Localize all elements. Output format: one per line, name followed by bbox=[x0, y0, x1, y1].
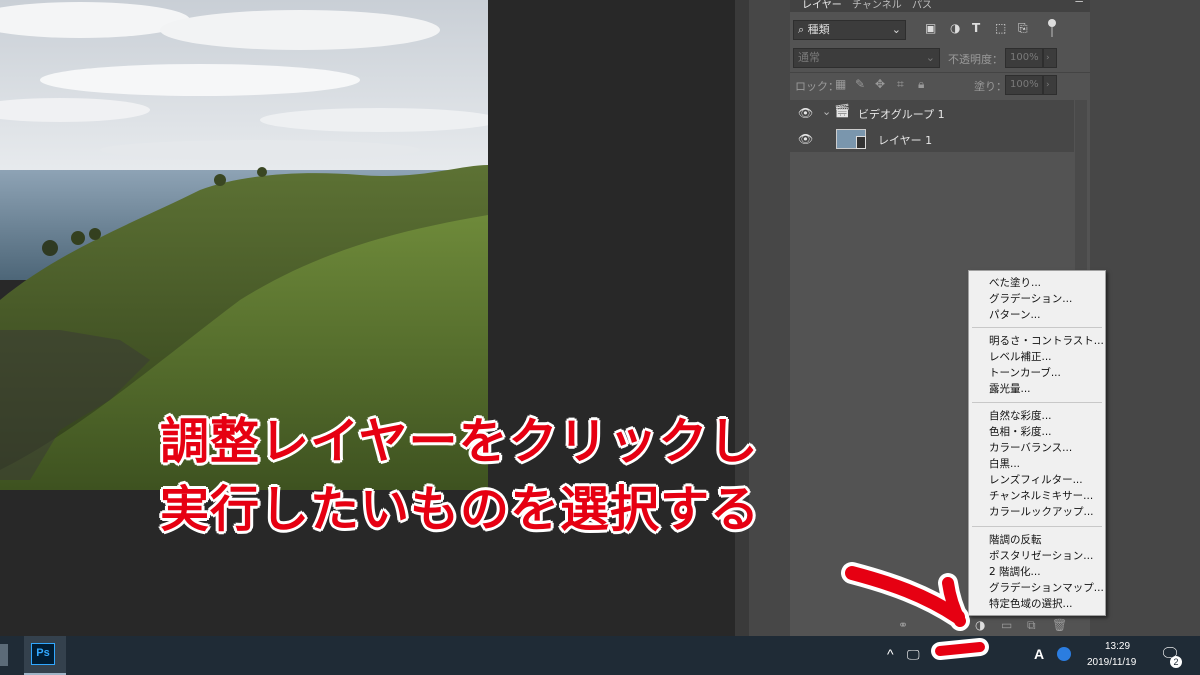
menu-item-selective-color[interactable]: 特定色域の選択... bbox=[989, 597, 1073, 611]
instruction-caption-line-2: 実行したいものを選択する bbox=[160, 481, 761, 538]
blend-mode-value: 通常 bbox=[798, 51, 820, 64]
fill-label: 塗り： bbox=[974, 80, 1007, 93]
menu-item-hue-saturation[interactable]: 色相・彩度... bbox=[989, 425, 1052, 439]
menu-item-gradient[interactable]: グラデーション... bbox=[989, 292, 1072, 306]
taskbar-app-icon[interactable] bbox=[0, 644, 8, 666]
layer-row-video-group[interactable]: 👁︎ ⌄ 🎬︎ ビデオグループ 1 bbox=[790, 100, 1074, 126]
opacity-dropdown-icon[interactable]: › bbox=[1043, 48, 1057, 68]
menu-item-black-white[interactable]: 白黒... bbox=[989, 457, 1020, 471]
menu-item-levels[interactable]: レベル補正... bbox=[989, 350, 1052, 364]
lock-transparent-icon[interactable]: ▦ bbox=[835, 77, 846, 91]
layer-name: レイヤー 1 bbox=[878, 134, 933, 147]
filter-type-icon[interactable]: T bbox=[972, 21, 980, 35]
menu-item-channel-mixer[interactable]: チャンネルミキサー... bbox=[989, 489, 1093, 503]
opacity-label: 不透明度： bbox=[948, 53, 1003, 66]
panel-divider bbox=[790, 72, 1090, 73]
menu-separator bbox=[972, 526, 1102, 527]
tray-app-icon[interactable] bbox=[1057, 647, 1071, 661]
filter-toggle-stem bbox=[1051, 27, 1053, 37]
fill-dropdown-icon[interactable]: › bbox=[1043, 75, 1057, 95]
new-layer-icon[interactable]: ⧉ bbox=[1027, 618, 1036, 633]
notification-count-badge: 2 bbox=[1170, 656, 1182, 668]
menu-item-posterize[interactable]: ポスタリゼーション... bbox=[989, 549, 1093, 563]
blend-mode-select[interactable]: 通常 ⌄ bbox=[793, 48, 940, 68]
clock-time[interactable]: 13:29 bbox=[1105, 641, 1130, 652]
filter-adjustment-icon[interactable]: ◑ bbox=[950, 21, 960, 35]
tab-channels[interactable]: チャンネル bbox=[852, 0, 902, 11]
menu-item-exposure[interactable]: 露光量... bbox=[989, 382, 1031, 396]
trash-icon[interactable]: 🗑︎ bbox=[1052, 618, 1067, 632]
lock-label: ロック： bbox=[795, 80, 839, 93]
annotation-arrow bbox=[841, 562, 989, 660]
menu-item-color-balance[interactable]: カラーバランス... bbox=[989, 441, 1072, 455]
ime-indicator[interactable]: A bbox=[1034, 646, 1044, 662]
menu-item-color-lookup[interactable]: カラールックアップ... bbox=[989, 505, 1094, 519]
menu-item-gradient-map[interactable]: グラデーションマップ... bbox=[989, 581, 1104, 595]
menu-item-photo-filter[interactable]: レンズフィルター... bbox=[989, 473, 1083, 487]
fill-field[interactable]: 100% bbox=[1005, 75, 1043, 95]
photoshop-taskbar-button[interactable]: Ps bbox=[24, 636, 66, 675]
video-frame-icon bbox=[856, 136, 866, 149]
filter-pixel-icon[interactable]: ▣ bbox=[925, 21, 936, 35]
menu-item-solid-color[interactable]: べた塗り... bbox=[989, 276, 1041, 290]
lock-image-brush-icon[interactable]: ✎ bbox=[855, 77, 865, 91]
menu-separator bbox=[972, 327, 1102, 328]
menu-item-brightness-contrast[interactable]: 明るさ・コントラスト... bbox=[989, 334, 1104, 348]
instruction-caption-line-1: 調整レイヤーをクリックし bbox=[160, 413, 759, 470]
menu-item-invert[interactable]: 階調の反転 bbox=[989, 533, 1042, 547]
panel-menu-icon[interactable]: ≡ bbox=[1074, 0, 1084, 6]
tab-layers[interactable]: レイヤー bbox=[802, 0, 842, 11]
video-group-clapper-icon: 🎬︎ bbox=[834, 104, 851, 119]
panel-right-gutter bbox=[1090, 0, 1200, 636]
opacity-field[interactable]: 100% bbox=[1005, 48, 1043, 68]
new-group-folder-icon[interactable]: ▭ bbox=[1001, 618, 1012, 632]
layer-row-layer-1[interactable]: 👁︎ レイヤー 1 bbox=[790, 126, 1074, 152]
filter-kind-select[interactable]: ⌕ 種類 ⌄ bbox=[793, 20, 906, 40]
chevron-down-icon[interactable]: ⌄ bbox=[822, 105, 831, 118]
visibility-eye-icon[interactable]: 👁︎ bbox=[798, 106, 813, 120]
filter-kind-value: 種類 bbox=[807, 23, 830, 36]
chevron-down-icon: ⌄ bbox=[925, 51, 935, 64]
menu-item-curves[interactable]: トーンカーブ... bbox=[989, 366, 1061, 380]
lock-position-move-icon[interactable]: ✥ bbox=[875, 77, 885, 91]
menu-separator bbox=[972, 402, 1102, 403]
layer-name: ビデオグループ 1 bbox=[858, 108, 945, 121]
clock-date[interactable]: 2019/11/19 bbox=[1087, 657, 1136, 668]
chevron-down-icon: ⌄ bbox=[891, 23, 901, 36]
menu-item-vibrance[interactable]: 自然な彩度... bbox=[989, 409, 1052, 423]
panel-tab-bar: レイヤー チャンネル パス ≡ bbox=[790, 0, 1090, 12]
tab-paths[interactable]: パス bbox=[912, 0, 932, 11]
search-icon: ⌕ bbox=[798, 23, 805, 36]
filter-toggle-icon[interactable] bbox=[1048, 19, 1056, 27]
photoshop-icon: Ps bbox=[31, 643, 55, 665]
lock-artboard-icon[interactable]: ⌗ bbox=[897, 77, 904, 92]
windows-taskbar: Ps ^ 🖵︎ A 13:29 2019/11/19 🗨︎ 2 bbox=[0, 636, 1200, 675]
visibility-eye-icon[interactable]: 👁︎ bbox=[798, 132, 813, 146]
filter-shape-icon[interactable]: ⬚ bbox=[995, 21, 1006, 35]
menu-item-pattern[interactable]: パターン... bbox=[989, 308, 1041, 322]
filter-smart-object-icon[interactable]: ⎘ bbox=[1018, 21, 1028, 36]
lock-all-icon[interactable]: 🔒︎ bbox=[918, 77, 924, 92]
